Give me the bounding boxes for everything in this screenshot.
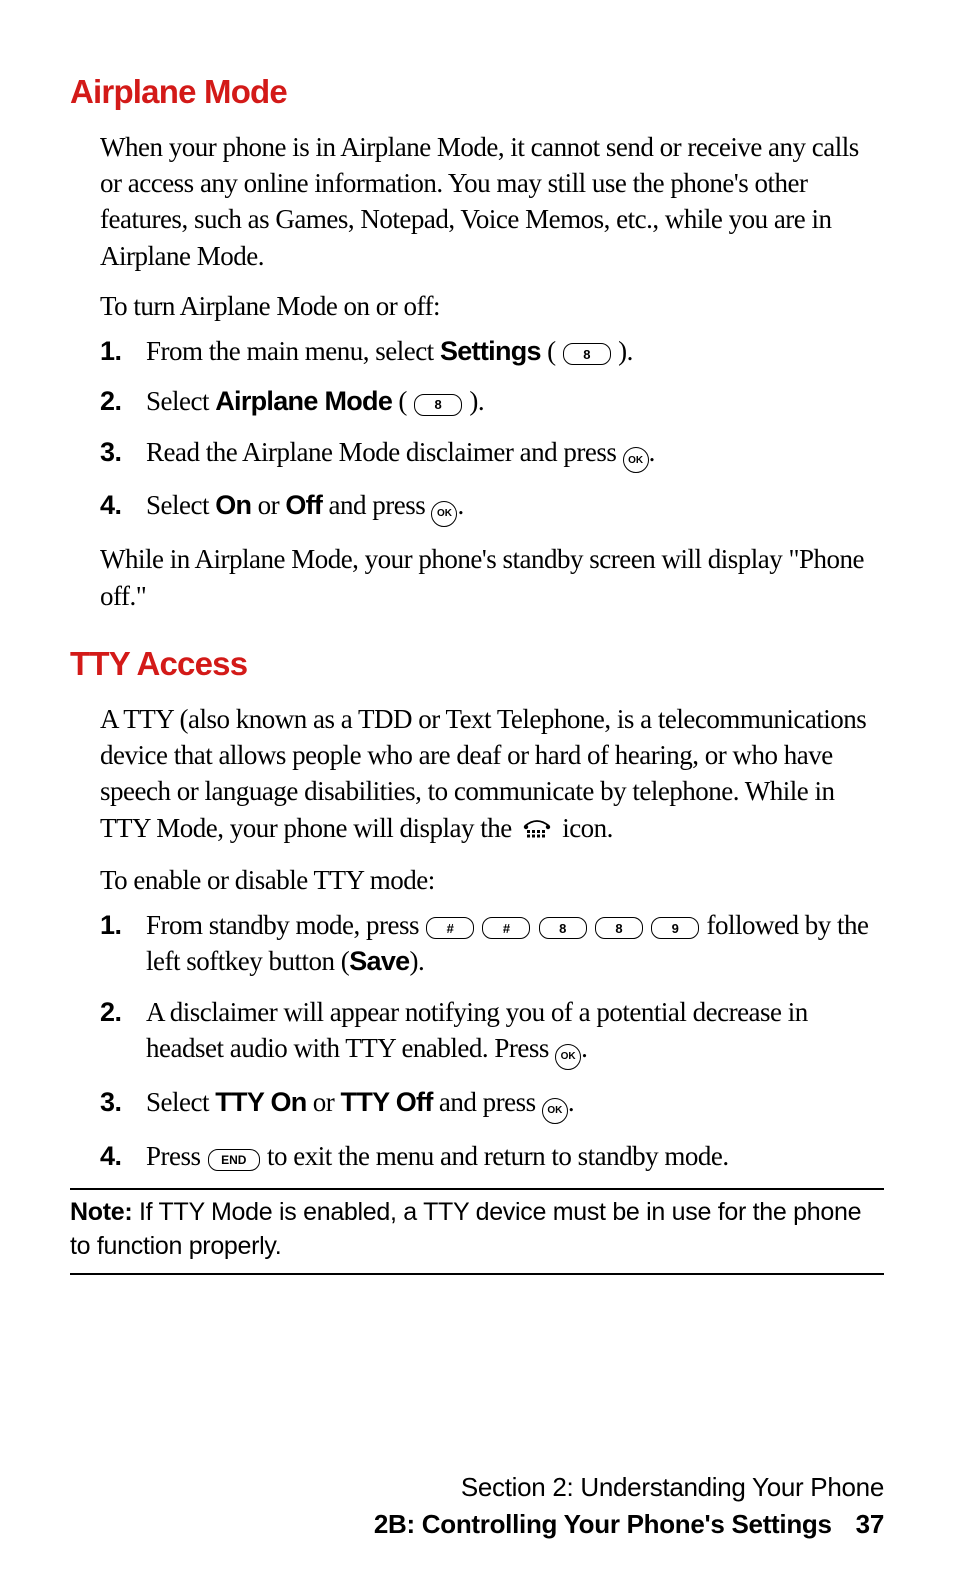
step-body: Press END to exit the menu and return to…: [146, 1138, 884, 1174]
tty-step-2: 2. A disclaimer will appear notifying yo…: [100, 994, 884, 1070]
airplane-standby-note: While in Airplane Mode, your phone's sta…: [100, 541, 884, 614]
note-box: Note: If TTY Mode is enabled, a TTY devi…: [70, 1188, 884, 1276]
airplane-step-3: 3. Read the Airplane Mode disclaimer and…: [100, 434, 884, 474]
key-hash-icon: #: [482, 917, 530, 939]
airplane-steps: 1. From the main menu, select Settings (…: [100, 333, 884, 527]
step-number: 2.: [100, 994, 146, 1030]
tty-step-1: 1. From standby mode, press # # 8 8 9 fo…: [100, 907, 884, 980]
text: Select: [146, 386, 215, 416]
note-label: Note:: [70, 1198, 132, 1226]
step-body: Select Airplane Mode ( 8 ).: [146, 383, 884, 419]
text: or: [307, 1087, 341, 1117]
step-number: 1.: [100, 333, 146, 369]
footer-subsection-title: 2B: Controlling Your Phone's Settings: [374, 1509, 832, 1539]
text: to exit the menu and return to standby m…: [261, 1141, 729, 1171]
airplane-step-1: 1. From the main menu, select Settings (…: [100, 333, 884, 369]
text: A TTY (also known as a TDD or Text Telep…: [100, 704, 866, 843]
step-number: 4.: [100, 487, 146, 523]
step-body: From standby mode, press # # 8 8 9 follo…: [146, 907, 884, 980]
tty-on-label: TTY On: [215, 1087, 306, 1117]
tty-icon: [522, 812, 552, 848]
page-number: 37: [856, 1509, 884, 1539]
heading-airplane-mode: Airplane Mode: [70, 70, 884, 115]
text: and press: [322, 490, 431, 520]
text: .: [581, 1033, 587, 1063]
step-body: Select On or Off and press OK.: [146, 487, 884, 527]
key-8-icon: 8: [414, 394, 462, 416]
on-label: On: [215, 490, 251, 520]
key-end-icon: END: [208, 1149, 260, 1171]
note-text: If TTY Mode is enabled, a TTY device mus…: [70, 1198, 861, 1260]
text: ).: [463, 386, 484, 416]
tty-off-label: TTY Off: [341, 1087, 433, 1117]
key-8-icon: 8: [563, 343, 611, 365]
tty-step-3: 3. Select TTY On or TTY Off and press OK…: [100, 1084, 884, 1124]
text: (: [392, 386, 413, 416]
ok-button-icon: OK: [542, 1098, 568, 1124]
ok-button-icon: OK: [431, 501, 457, 527]
footer-subsection-line: 2B: Controlling Your Phone's Settings 37: [374, 1506, 884, 1542]
tty-enable-intro: To enable or disable TTY mode:: [100, 862, 884, 898]
airplane-intro: When your phone is in Airplane Mode, it …: [100, 129, 884, 275]
text: Select: [146, 1087, 215, 1117]
step-number: 3.: [100, 1084, 146, 1120]
step-body: Select TTY On or TTY Off and press OK.: [146, 1084, 884, 1124]
airplane-step-2: 2. Select Airplane Mode ( 8 ).: [100, 383, 884, 419]
text: ).: [612, 336, 633, 366]
key-hash-icon: #: [426, 917, 474, 939]
text: .: [568, 1087, 574, 1117]
text: .: [649, 437, 655, 467]
page-footer: Section 2: Understanding Your Phone 2B: …: [374, 1469, 884, 1542]
ok-button-icon: OK: [623, 447, 649, 473]
text: From the main menu, select: [146, 336, 440, 366]
text: Press: [146, 1141, 207, 1171]
off-label: Off: [285, 490, 322, 520]
key-8-icon: 8: [595, 917, 643, 939]
text: From standby mode, press: [146, 910, 425, 940]
text: Select: [146, 490, 215, 520]
key-8-icon: 8: [539, 917, 587, 939]
step-number: 2.: [100, 383, 146, 419]
text: (: [541, 336, 562, 366]
airplane-toggle-intro: To turn Airplane Mode on or off:: [100, 288, 884, 324]
step-body: A disclaimer will appear notifying you o…: [146, 994, 884, 1070]
airplane-mode-label: Airplane Mode: [215, 386, 392, 416]
step-number: 1.: [100, 907, 146, 943]
key-9-icon: 9: [651, 917, 699, 939]
text: icon.: [562, 813, 613, 843]
step-body: From the main menu, select Settings ( 8 …: [146, 333, 884, 369]
settings-label: Settings: [440, 336, 541, 366]
step-number: 3.: [100, 434, 146, 470]
footer-section-line: Section 2: Understanding Your Phone: [374, 1469, 884, 1505]
step-body: Read the Airplane Mode disclaimer and pr…: [146, 434, 884, 474]
tty-intro: A TTY (also known as a TDD or Text Telep…: [100, 701, 884, 849]
tty-steps: 1. From standby mode, press # # 8 8 9 fo…: [100, 907, 884, 1174]
text: and press: [433, 1087, 542, 1117]
save-label: Save: [349, 946, 409, 976]
heading-tty-access: TTY Access: [70, 642, 884, 687]
step-number: 4.: [100, 1138, 146, 1174]
text: .: [457, 490, 463, 520]
airplane-step-4: 4. Select On or Off and press OK.: [100, 487, 884, 527]
text: or: [251, 490, 285, 520]
text: ).: [409, 946, 424, 976]
text: A disclaimer will appear notifying you o…: [146, 997, 808, 1063]
tty-step-4: 4. Press END to exit the menu and return…: [100, 1138, 884, 1174]
text: Read the Airplane Mode disclaimer and pr…: [146, 437, 623, 467]
manual-page: Airplane Mode When your phone is in Airp…: [0, 0, 954, 1590]
ok-button-icon: OK: [555, 1044, 581, 1070]
